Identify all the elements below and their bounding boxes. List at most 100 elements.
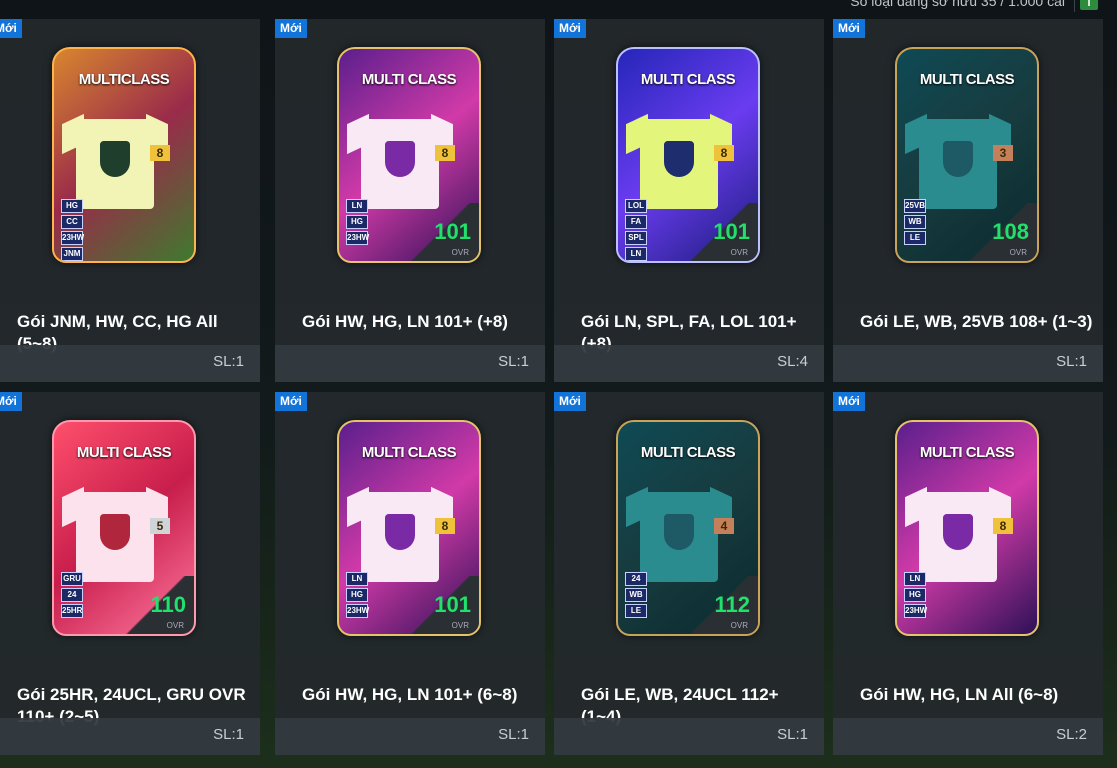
quantity-label: SL:1 [213, 353, 244, 370]
upgrade-rank: 8 [993, 518, 1013, 534]
shirt-icon [361, 119, 439, 209]
shirt-icon [361, 492, 439, 582]
pack-card[interactable]: MULTI CLASS 8 LOL FA SPL LN 101 OVR Mới Gói… [554, 19, 824, 382]
card-class-title: MULTI CLASS [919, 444, 1015, 461]
class-tag: HG [346, 215, 368, 229]
pack-art: MULTI CLASS 8 LN HG 23HW 101 OVR [275, 392, 545, 672]
class-tag: LN [625, 247, 647, 261]
class-tag: 23HW [61, 231, 84, 245]
quantity-label: SL:1 [777, 726, 808, 743]
top-bar: Số loại đang sở hữu 35 / 1.000 cái [0, 0, 1117, 18]
pack-card[interactable]: MULTI CLASS 8 LN HG 23HW 101 OVR Mới Gói H… [275, 392, 545, 755]
upgrade-rank: 8 [435, 518, 455, 534]
ovr-label: OVR [166, 621, 184, 630]
ovr-value: 101 [434, 219, 471, 244]
owned-count-text: Số loại đang sở hữu 35 / 1.000 cái [850, 0, 1065, 9]
class-tag: LN [904, 572, 926, 586]
ovr-value: 101 [434, 592, 471, 617]
new-badge: Mới [0, 392, 22, 411]
card-class-title: MULTI CLASS [76, 444, 172, 461]
class-tag: JNM [61, 247, 83, 261]
quantity-label: SL:1 [213, 726, 244, 743]
quantity-label: SL:2 [1056, 726, 1087, 743]
card-footer: SL:1 [0, 718, 260, 755]
shirt-icon [919, 492, 997, 582]
class-tag: 24 [61, 588, 83, 602]
pack-card-image: MULTI CLASS 8 LOL FA SPL LN 101 OVR [616, 47, 760, 263]
pack-art: MULTI CLASS 3 25VB WB LE 108 OVR [833, 19, 1103, 299]
pack-card[interactable]: MULTI CLASS 4 24 WB LE 112 OVR Mới Gói LE,… [554, 392, 824, 755]
pack-card[interactable]: MULTI CLASS 5 GRU2425HR 110 OVR Mới Gói … [0, 392, 260, 755]
upgrade-rank: 4 [714, 518, 734, 534]
class-tag: HG [904, 588, 926, 602]
class-tag: 24 [625, 572, 647, 586]
new-badge: Mới [833, 19, 865, 38]
card-class-title: MULTI CLASS [640, 444, 736, 461]
quantity-label: SL:1 [498, 726, 529, 743]
card-class-title: MULTI CLASS [919, 71, 1015, 88]
pack-card[interactable]: MULTICLASS 8 HGCC23HWJNM Mới Gói JNM, HW… [0, 19, 260, 382]
class-tag: LE [625, 604, 647, 618]
pack-card-image: MULTI CLASS 5 GRU 24 25HR 110 OVR [52, 420, 196, 636]
info-button[interactable] [1080, 0, 1098, 10]
class-tag: LN [346, 199, 368, 213]
class-tags: GRU 24 25HR [61, 572, 83, 620]
quantity-label: SL:4 [777, 353, 808, 370]
pack-card-image: MULTI CLASS 3 25VB WB LE 108 OVR [895, 47, 1039, 263]
pack-card-image: MULTICLASS 8 HG CC 23HW JNM [52, 47, 196, 263]
pack-card-image: MULTI CLASS 4 24 WB LE 112 OVR [616, 420, 760, 636]
card-footer: SL:2 [833, 718, 1103, 755]
class-tag: 23HW [346, 604, 369, 618]
class-tags: HG CC 23HW JNM [61, 199, 84, 261]
card-footer: SL:1 [275, 345, 545, 382]
class-tag: WB [904, 215, 926, 229]
ovr-label: OVR [451, 248, 469, 257]
class-tags: LN HG 23HW [346, 572, 369, 620]
upgrade-rank: 3 [993, 145, 1013, 161]
new-badge: Mới [275, 19, 307, 38]
ovr-value: 108 [992, 219, 1029, 244]
class-tag: LN [346, 572, 368, 586]
pack-name: Gói HW, HG, LN All (6~8) [860, 685, 1059, 704]
card-footer: SL:4 [554, 345, 824, 382]
club-crest-icon [100, 514, 130, 550]
quantity-label: SL:1 [498, 353, 529, 370]
class-tag: CC [61, 215, 83, 229]
pack-art: MULTI CLASS 5 GRU 24 25HR 110 OVR [0, 392, 260, 672]
class-tag: SPL [625, 231, 647, 245]
upgrade-rank: 8 [714, 145, 734, 161]
class-tags: 25VB WB LE [904, 199, 926, 247]
card-class-title: MULTICLASS [78, 71, 170, 88]
class-tag: HG [61, 199, 83, 213]
pack-card[interactable]: MULTI CLASS 8 LN HG 23HW 101 OVR Mới Gói H… [275, 19, 545, 382]
card-footer: SL:1 [0, 345, 260, 382]
class-tag: FA [625, 215, 647, 229]
class-tag: 25HR [61, 604, 83, 618]
pack-card[interactable]: MULTI CLASS 3 25VB WB LE 108 OVR Mới Gói L… [833, 19, 1103, 382]
club-crest-icon [943, 514, 973, 550]
pack-name: Gói LE, WB, 25VB 108+ (1~3) [860, 312, 1093, 331]
pack-art: MULTI CLASS 4 24 WB LE 112 OVR [554, 392, 824, 672]
ovr-label: OVR [1009, 248, 1027, 257]
new-badge: Mới [275, 392, 307, 411]
ovr-label: OVR [730, 248, 748, 257]
pack-card-image: MULTI CLASS 8 LN HG 23HW 101 OVR [337, 47, 481, 263]
class-tags: 24 WB LE [625, 572, 647, 620]
card-class-title: MULTI CLASS [361, 71, 457, 88]
club-crest-icon [664, 514, 694, 550]
shirt-icon [640, 492, 718, 582]
class-tag: HG [346, 588, 368, 602]
card-footer: SL:1 [833, 345, 1103, 382]
club-crest-icon [943, 141, 973, 177]
ovr-label: OVR [451, 621, 469, 630]
shirt-icon [76, 119, 154, 209]
class-tag: LOL [625, 199, 647, 213]
divider [1074, 0, 1075, 12]
quantity-label: SL:1 [1056, 353, 1087, 370]
class-tags: LN HG 23HW [904, 572, 927, 620]
class-tag: 23HW [904, 604, 927, 618]
ovr-value: 112 [714, 592, 751, 617]
pack-card[interactable]: MULTI CLASS 8 LN HG 23HW Mới Gói HW, HG, L… [833, 392, 1103, 755]
new-badge: Mới [0, 19, 22, 38]
ovr-label: OVR [730, 621, 748, 630]
